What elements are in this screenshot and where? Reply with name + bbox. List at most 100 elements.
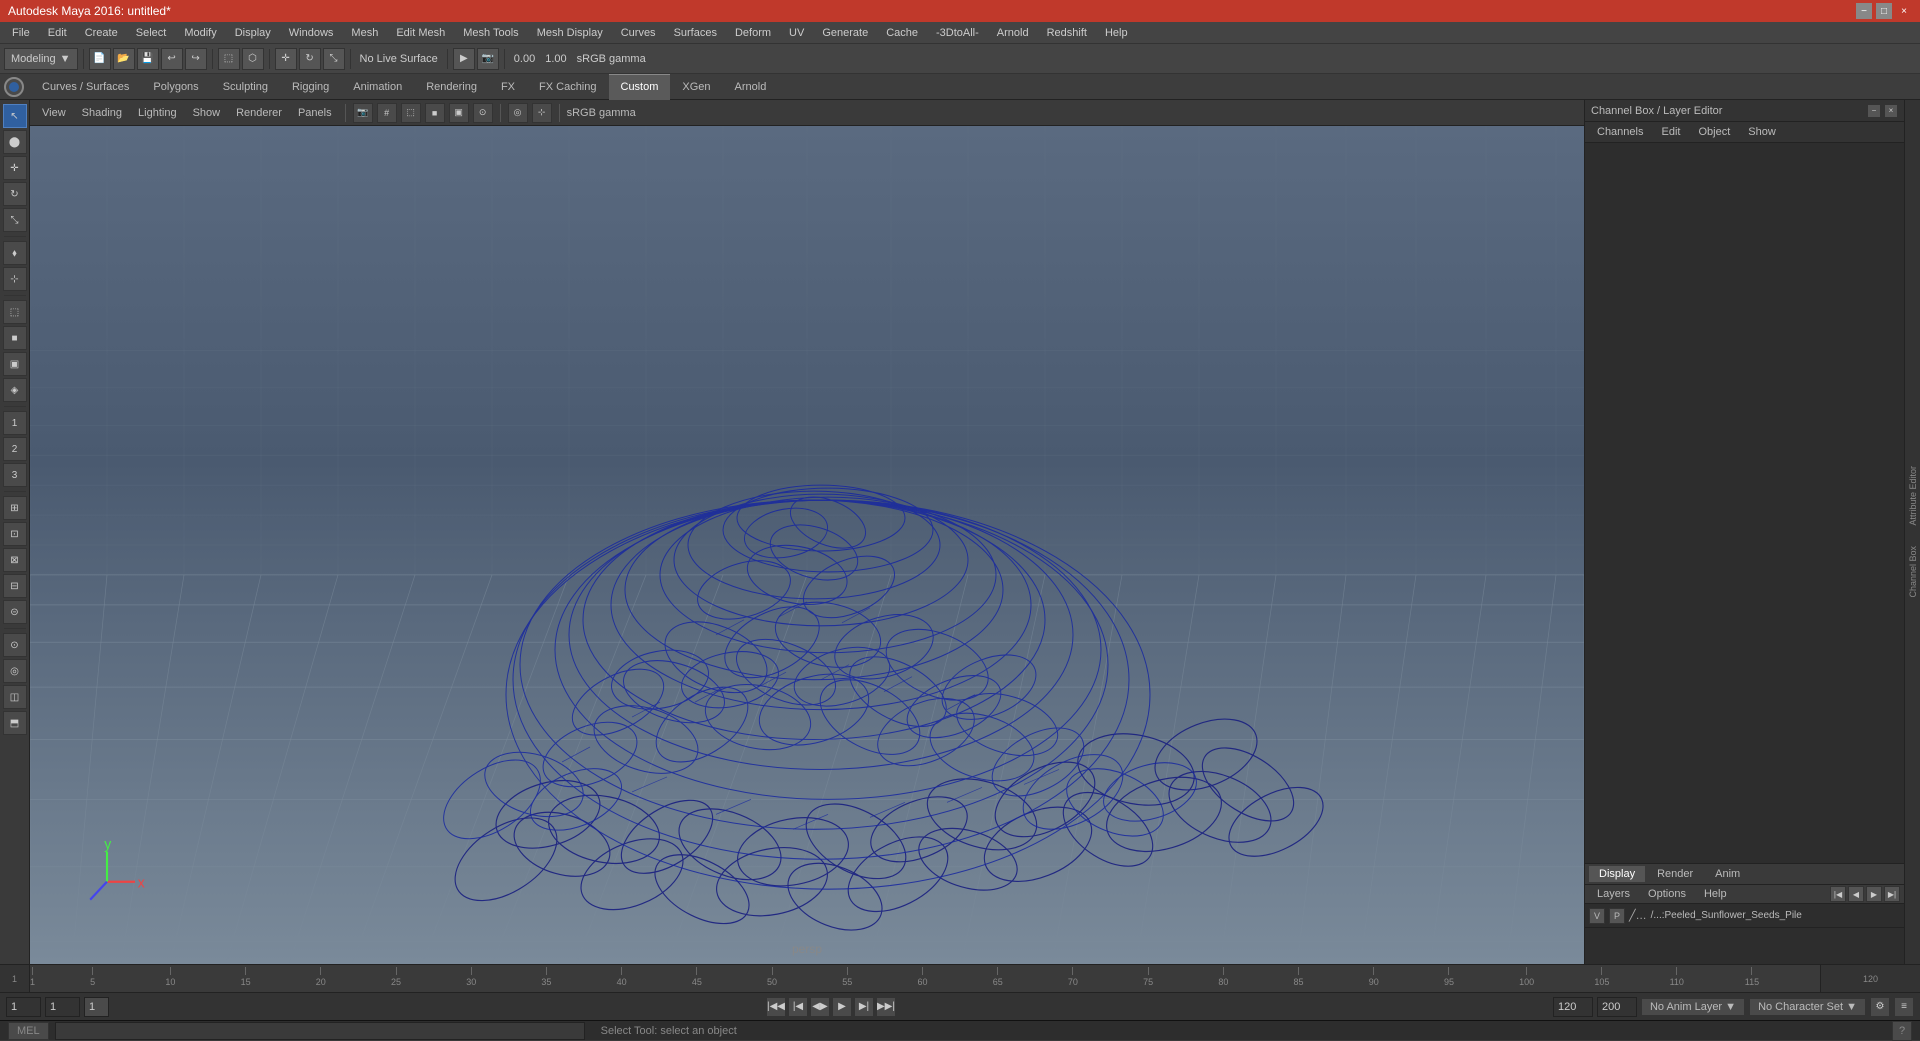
snap-surface-btn[interactable]: ⊟ bbox=[3, 574, 27, 598]
vp-isolate-btn[interactable]: ◎ bbox=[508, 103, 528, 123]
menu-create[interactable]: Create bbox=[77, 25, 126, 41]
layer-p-btn[interactable]: P bbox=[1609, 908, 1625, 924]
render-view-btn[interactable]: ⬒ bbox=[3, 711, 27, 735]
menu-uv[interactable]: UV bbox=[781, 25, 812, 41]
menu-display[interactable]: Display bbox=[227, 25, 279, 41]
menu-3dtall[interactable]: -3DtoAll- bbox=[928, 25, 987, 41]
tab-arnold[interactable]: Arnold bbox=[723, 74, 779, 100]
pb-play-fwd-btn[interactable]: ▶ bbox=[832, 997, 852, 1017]
tab-xgen[interactable]: XGen bbox=[670, 74, 722, 100]
ch-tab-edit[interactable]: Edit bbox=[1653, 124, 1688, 140]
menu-generate[interactable]: Generate bbox=[814, 25, 876, 41]
attribute-editor-tab[interactable]: Attribute Editor Channel Box bbox=[1904, 100, 1920, 964]
layers-end-btn[interactable]: ▶| bbox=[1884, 886, 1900, 902]
tab-polygons[interactable]: Polygons bbox=[141, 74, 210, 100]
mel-button[interactable]: MEL bbox=[8, 1022, 49, 1040]
ch-tab-show[interactable]: Show bbox=[1740, 124, 1784, 140]
pb-prev-frame-btn[interactable]: |◀ bbox=[788, 997, 808, 1017]
layer-3-btn[interactable]: 3 bbox=[3, 463, 27, 487]
rotate-tool-left[interactable]: ↻ bbox=[3, 182, 27, 206]
wireframe-btn[interactable]: ⬚ bbox=[3, 300, 27, 324]
tab-rendering[interactable]: Rendering bbox=[414, 74, 489, 100]
scale-tool-left[interactable]: ⤡ bbox=[3, 208, 27, 232]
layers-tab-help[interactable]: Help bbox=[1696, 886, 1735, 902]
show-manipulator-btn[interactable]: ⊹ bbox=[3, 267, 27, 291]
layer-2-btn[interactable]: 2 bbox=[3, 437, 27, 461]
vp-light-btn[interactable]: ⊙ bbox=[473, 103, 493, 123]
camera-btn[interactable]: ⊙ bbox=[3, 633, 27, 657]
vp-menu-panels[interactable]: Panels bbox=[292, 105, 338, 121]
layer-row[interactable]: V P ╱… /...:Peeled_Sunflower_Seeds_Pile bbox=[1585, 904, 1904, 928]
menu-select[interactable]: Select bbox=[128, 25, 175, 41]
maximize-button[interactable]: □ bbox=[1876, 3, 1892, 19]
layers-fwd-btn[interactable]: ▶ bbox=[1866, 886, 1882, 902]
menu-arnold[interactable]: Arnold bbox=[989, 25, 1037, 41]
snap-live-btn[interactable]: ⊝ bbox=[3, 600, 27, 624]
status-help-btn[interactable]: ? bbox=[1892, 1021, 1912, 1041]
open-scene-button[interactable]: 📂 bbox=[113, 48, 135, 70]
mel-input[interactable] bbox=[55, 1022, 585, 1040]
disp-tab-render[interactable]: Render bbox=[1647, 866, 1703, 882]
snap-point-btn[interactable]: ⊠ bbox=[3, 548, 27, 572]
preferences-btn[interactable]: ⚙ bbox=[1870, 997, 1890, 1017]
vp-hud-btn[interactable]: ⊹ bbox=[532, 103, 552, 123]
menu-file[interactable]: File bbox=[4, 25, 38, 41]
anim-layer-dropdown[interactable]: No Anim Layer ▼ bbox=[1641, 998, 1745, 1016]
vp-camera-btn[interactable]: 📷 bbox=[353, 103, 373, 123]
tab-curves-surfaces[interactable]: Curves / Surfaces bbox=[30, 74, 141, 100]
menu-windows[interactable]: Windows bbox=[281, 25, 342, 41]
light-btn[interactable]: ◈ bbox=[3, 378, 27, 402]
script-editor-btn[interactable]: ≡ bbox=[1894, 997, 1914, 1017]
minimize-button[interactable]: − bbox=[1856, 3, 1872, 19]
layer-vis-btn[interactable]: V bbox=[1589, 908, 1605, 924]
channel-box-minimize[interactable]: − bbox=[1867, 104, 1881, 118]
menu-surfaces[interactable]: Surfaces bbox=[666, 25, 725, 41]
tab-sculpting[interactable]: Sculpting bbox=[211, 74, 280, 100]
vp-grid-btn[interactable]: # bbox=[377, 103, 397, 123]
solid-btn[interactable]: ■ bbox=[3, 326, 27, 350]
new-scene-button[interactable]: 📄 bbox=[89, 48, 111, 70]
pb-prev-key-btn[interactable]: |◀◀ bbox=[766, 997, 786, 1017]
ch-tab-channels[interactable]: Channels bbox=[1589, 124, 1651, 140]
menu-mesh-tools[interactable]: Mesh Tools bbox=[455, 25, 526, 41]
tab-rigging[interactable]: Rigging bbox=[280, 74, 341, 100]
vp-menu-view[interactable]: View bbox=[36, 105, 72, 121]
snapshot-button[interactable]: 📷 bbox=[477, 48, 499, 70]
vp-solid-btn[interactable]: ■ bbox=[425, 103, 445, 123]
menu-deform[interactable]: Deform bbox=[727, 25, 779, 41]
pb-next-frame-btn[interactable]: ▶| bbox=[854, 997, 874, 1017]
tab-fx-caching[interactable]: FX Caching bbox=[527, 74, 608, 100]
ch-tab-object[interactable]: Object bbox=[1690, 124, 1738, 140]
disp-tab-display[interactable]: Display bbox=[1589, 866, 1645, 882]
save-scene-button[interactable]: 💾 bbox=[137, 48, 159, 70]
vp-menu-lighting[interactable]: Lighting bbox=[132, 105, 183, 121]
redo-button[interactable]: ↪ bbox=[185, 48, 207, 70]
close-button[interactable]: × bbox=[1896, 3, 1912, 19]
soft-select-btn[interactable]: ⬧ bbox=[3, 241, 27, 265]
menu-mesh[interactable]: Mesh bbox=[343, 25, 386, 41]
char-set-dropdown[interactable]: No Character Set ▼ bbox=[1749, 998, 1866, 1016]
timeline-track[interactable]: 1510152025303540455055606570758085909510… bbox=[30, 965, 1820, 993]
menu-edit-mesh[interactable]: Edit Mesh bbox=[388, 25, 453, 41]
layer-1-btn[interactable]: 1 bbox=[3, 411, 27, 435]
frame-current-input[interactable] bbox=[45, 997, 80, 1017]
menu-redshift[interactable]: Redshift bbox=[1039, 25, 1095, 41]
disp-tab-anim[interactable]: Anim bbox=[1705, 866, 1750, 882]
paint-select-btn[interactable]: ⬤ bbox=[3, 130, 27, 154]
move-tool-left[interactable]: ✛ bbox=[3, 156, 27, 180]
vp-wireframe-btn[interactable]: ⬚ bbox=[401, 103, 421, 123]
vp-menu-show[interactable]: Show bbox=[187, 105, 227, 121]
channel-box-close[interactable]: × bbox=[1884, 104, 1898, 118]
title-bar-controls[interactable]: − □ × bbox=[1856, 3, 1912, 19]
tab-custom[interactable]: Custom bbox=[609, 74, 671, 100]
scale-tool-button[interactable]: ⤡ bbox=[323, 48, 345, 70]
layers-tab-layers[interactable]: Layers bbox=[1589, 886, 1638, 902]
layers-back-btn[interactable]: ◀ bbox=[1848, 886, 1864, 902]
menu-modify[interactable]: Modify bbox=[176, 25, 224, 41]
pb-play-back-btn[interactable]: ◀▶ bbox=[810, 997, 830, 1017]
frame-start-input[interactable] bbox=[6, 997, 41, 1017]
frame-step-input[interactable] bbox=[84, 997, 109, 1017]
range-end-input[interactable] bbox=[1597, 997, 1637, 1017]
render-button[interactable]: ▶ bbox=[453, 48, 475, 70]
menu-curves[interactable]: Curves bbox=[613, 25, 664, 41]
